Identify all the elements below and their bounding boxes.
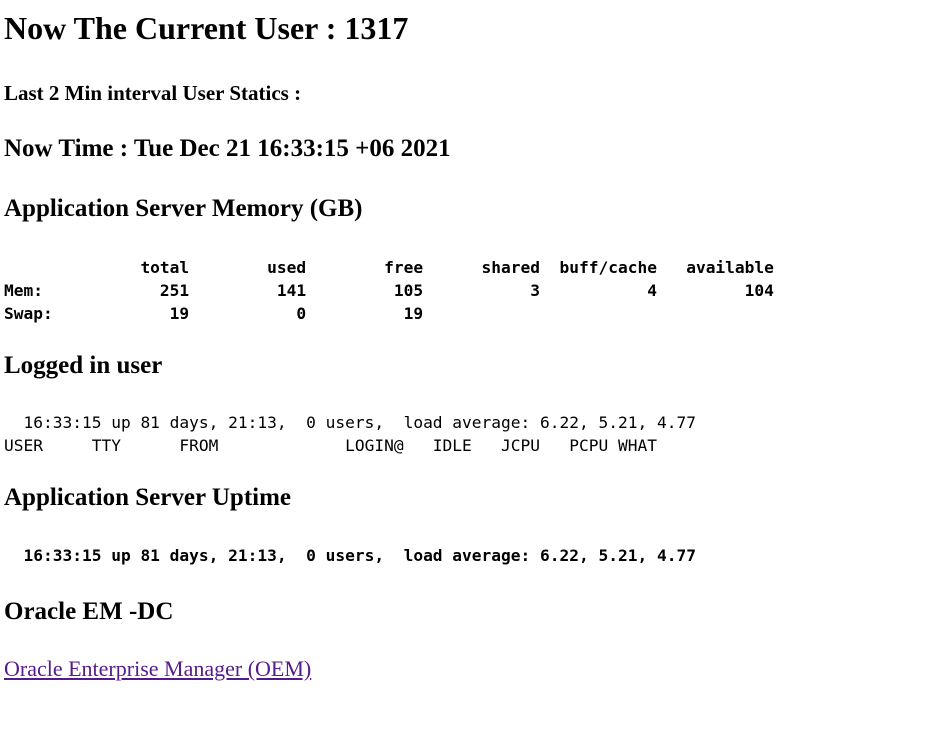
- oem-heading: Oracle EM -DC: [4, 598, 174, 625]
- memory-table: total used free shared buff/cache availa…: [4, 258, 774, 323]
- uptime-heading: Application Server Uptime: [4, 484, 292, 511]
- oem-link[interactable]: Oracle Enterprise Manager (OEM): [4, 655, 311, 683]
- now-time-heading: Now Time : Tue Dec 21 16:33:15 +06 2021: [4, 135, 451, 162]
- logged-in-heading: Logged in user: [4, 352, 163, 379]
- uptime-output: 16:33:15 up 81 days, 21:13, 0 users, loa…: [4, 546, 696, 565]
- interval-stats-heading: Last 2 Min interval User Statics :: [4, 81, 302, 105]
- logged-in-output: 16:33:15 up 81 days, 21:13, 0 users, loa…: [4, 413, 696, 455]
- current-user-heading: Now The Current User : 1317: [4, 10, 409, 46]
- memory-heading: Application Server Memory (GB): [4, 195, 363, 222]
